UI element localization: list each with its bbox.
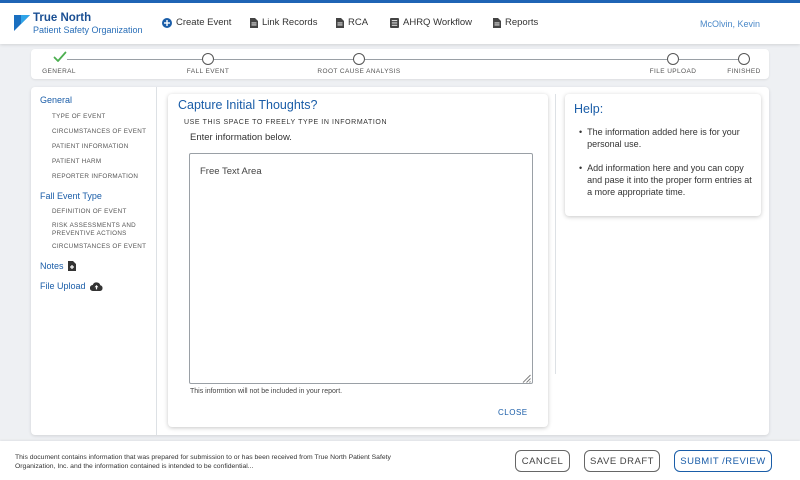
capture-note: This informtion will not be included in …	[190, 388, 343, 395]
document-icon	[493, 17, 501, 28]
stepper-connector	[214, 59, 353, 60]
step-finished-label: FINISHED	[727, 68, 761, 75]
capture-subtitle: USE THIS SPACE TO FREELY TYPE IN INFORMA…	[184, 119, 388, 126]
help-item-text: Add information here and you can copy an…	[587, 163, 752, 197]
nav-create-event-label: Create Event	[176, 17, 232, 28]
check-icon[interactable]	[53, 51, 67, 63]
app-logo[interactable]: True North Patient Safety Organization	[14, 11, 154, 41]
nav-rca[interactable]: RCA	[336, 17, 368, 28]
help-panel: Help: • The information added here is fo…	[565, 94, 761, 216]
section-sidebar: General TYPE OF EVENT CIRCUMSTANCES OF E…	[31, 87, 157, 435]
sidebar-item-reporter-information[interactable]: REPORTER INFORMATION	[52, 173, 138, 181]
step-file-upload-circle[interactable]	[667, 53, 679, 65]
document-icon	[336, 17, 344, 28]
sidebar-item-circumstances-of-event-2[interactable]: CIRCUMSTANCES OF EVENT	[52, 243, 146, 251]
help-item: • The information added here is for your…	[579, 126, 754, 150]
user-menu[interactable]: McOlvin, Kevin	[700, 19, 760, 29]
sidebar-section-file-upload[interactable]: File Upload	[40, 281, 103, 291]
sidebar-item-patient-harm[interactable]: PATIENT HARM	[52, 158, 101, 166]
nav-link-records-label: Link Records	[262, 17, 318, 28]
nav-reports-label: Reports	[505, 17, 539, 28]
note-file-icon	[67, 261, 76, 271]
notes-label: Notes	[40, 261, 64, 271]
logo-accent-icon	[21, 15, 30, 24]
step-file-upload-label: FILE UPLOAD	[649, 68, 697, 75]
stepper-connector	[365, 59, 667, 60]
document-list-icon	[390, 17, 399, 28]
free-text-area[interactable]	[189, 153, 533, 384]
nav-link-records[interactable]: Link Records	[250, 17, 317, 28]
panel-divider	[555, 94, 556, 374]
stepper-connector	[67, 59, 202, 60]
plus-circle-icon	[162, 17, 172, 28]
step-general-label: GENERAL	[42, 68, 76, 75]
submit-review-button[interactable]: SUBMIT /REVIEW	[674, 450, 772, 472]
footer-bar: This document contains information that …	[0, 441, 800, 480]
sidebar-section-notes[interactable]: Notes	[40, 261, 76, 271]
help-item-text: The information added here is for your p…	[587, 127, 740, 149]
cloud-upload-icon	[89, 281, 103, 291]
file-upload-label: File Upload	[40, 281, 86, 291]
stepper-connector	[679, 59, 738, 60]
close-button[interactable]: CLOSE	[498, 408, 528, 417]
capture-instruction: Enter information below.	[190, 132, 292, 143]
sidebar-item-definition-of-event[interactable]: DEFINITION OF EVENT	[52, 208, 127, 216]
bullet-icon: •	[579, 163, 583, 173]
help-title: Help:	[574, 102, 604, 116]
nav-rca-label: RCA	[348, 17, 369, 28]
nav-ahrq-workflow-label: AHRQ Workflow	[403, 17, 472, 28]
save-draft-button[interactable]: SAVE DRAFT	[584, 450, 660, 472]
confidentiality-disclaimer: This document contains information that …	[15, 454, 391, 470]
sidebar-item-risk-assessments[interactable]: RISK ASSESSMENTS AND PREVENTIVE ACTIONS	[52, 222, 144, 238]
sidebar-section-general[interactable]: General	[40, 95, 72, 105]
sidebar-item-type-of-event[interactable]: TYPE OF EVENT	[52, 113, 106, 121]
step-root-cause-analysis-circle[interactable]	[353, 53, 365, 65]
top-navigation-bar: True North Patient Safety Organization C…	[0, 0, 800, 44]
logo-subtitle: Patient Safety Organization	[33, 25, 143, 35]
cancel-button[interactable]: CANCEL	[515, 450, 570, 472]
document-icon	[250, 17, 258, 28]
capture-title: Capture Initial Thoughts?	[178, 98, 318, 112]
sidebar-item-circumstances-of-event[interactable]: CIRCUMSTANCES OF EVENT	[52, 128, 146, 136]
logo-title: True North	[33, 12, 92, 24]
step-finished-circle[interactable]	[738, 53, 750, 65]
capture-thoughts-panel: Capture Initial Thoughts? USE THIS SPACE…	[168, 94, 548, 427]
help-item: • Add information here and you can copy …	[579, 162, 754, 198]
step-fall-event-circle[interactable]	[202, 53, 214, 65]
nav-ahrq-workflow[interactable]: AHRQ Workflow	[390, 17, 472, 28]
bullet-icon: •	[579, 127, 583, 137]
main-panel: General TYPE OF EVENT CIRCUMSTANCES OF E…	[31, 87, 769, 435]
step-root-cause-analysis-label: ROOT CAUSE ANALYSIS	[317, 68, 401, 75]
nav-reports[interactable]: Reports	[493, 17, 538, 28]
progress-stepper: GENERAL FALL EVENT ROOT CAUSE ANALYSIS F…	[31, 49, 769, 79]
sidebar-section-fall-event-type[interactable]: Fall Event Type	[40, 191, 102, 201]
nav-create-event[interactable]: Create Event	[162, 17, 231, 28]
sidebar-item-patient-information[interactable]: PATIENT INFORMATION	[52, 143, 129, 151]
step-fall-event-label: FALL EVENT	[186, 68, 230, 75]
resize-handle-icon[interactable]	[522, 374, 531, 383]
